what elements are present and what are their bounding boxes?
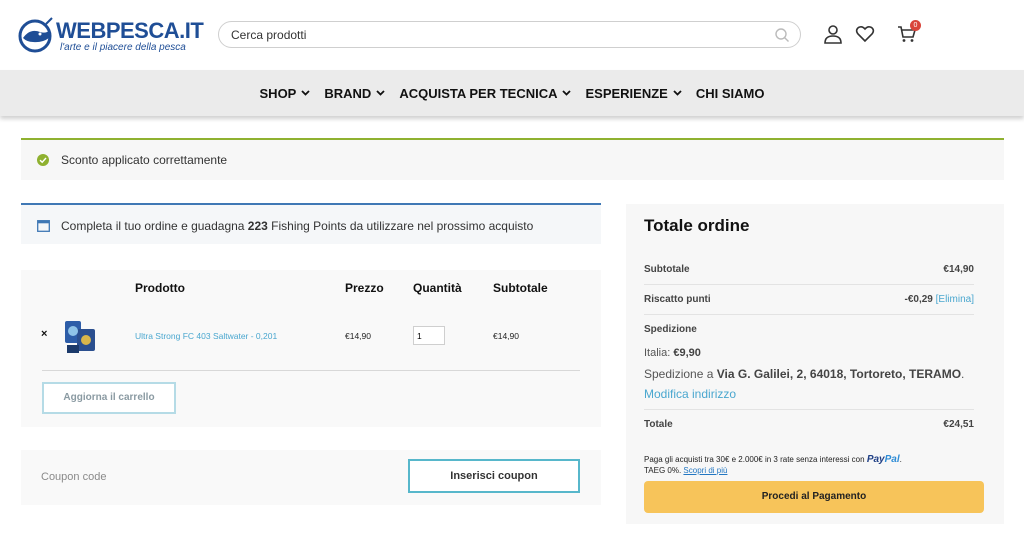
shipping-method: Italia: €9,90 [644,347,701,359]
coupon-section: Inserisci coupon [21,450,601,505]
nav-item-acquista-per-tecnica[interactable]: ACQUISTA PER TECNICA [399,85,572,101]
logo[interactable]: WEBPESCA.IT l'arte e il piacere della pe… [16,16,204,56]
fishing-points-notice: Completa il tuo ordine e guadagna 223 Fi… [21,203,601,244]
shipping-label: Spedizione [644,324,697,335]
check-circle-icon [37,154,49,166]
cart-table: Prodotto Prezzo Quantità Subtotale × Ult… [21,270,601,427]
nav-item-brand[interactable]: BRAND [324,86,385,101]
nav-item-label: CHI SIAMO [695,85,765,101]
product-subtotal: €14,90 [493,331,519,341]
nav-item-esperienze[interactable]: ESPERIENZE [585,85,682,101]
header-price: Prezzo [345,281,384,295]
divider [42,370,580,371]
search-input[interactable] [231,26,771,44]
calendar-icon [37,220,50,232]
nav-item-label: BRAND [324,85,372,101]
remove-points-link[interactable]: [Elimina] [936,294,974,305]
search-bar [218,21,801,48]
subtotal-value: €14,90 [943,264,974,275]
points-message: Completa il tuo ordine e guadagna 223 Fi… [61,219,534,233]
product-thumbnail[interactable] [63,315,101,355]
total-label: Totale [644,419,673,430]
wishlist-heart-icon[interactable] [855,24,875,44]
chevron-down-icon [562,90,572,96]
product-name-link[interactable]: Ultra Strong FC 403 Saltwater - 0,201 [135,331,277,341]
coupon-code-input[interactable] [41,464,381,490]
quantity-input[interactable] [413,326,445,345]
points-redeem-label: Riscatto punti [644,294,711,305]
user-account-icon[interactable] [823,24,843,44]
nav-item-label: ACQUISTA PER TECNICA [399,85,558,101]
divider [644,314,974,315]
paypal-message: Paga gli acquisti tra 30€ e 2.000€ in 3 … [644,454,902,475]
paypal-logo: PayPal [866,454,900,465]
chevron-down-icon [673,90,682,96]
header-quantity: Quantità [413,281,462,295]
nav-item-label: ESPERIENZE [585,85,668,101]
remove-item-button[interactable]: × [41,328,47,340]
paypal-learn-more-link[interactable]: Scopri di più [683,466,727,475]
chevron-down-icon [301,90,310,96]
cart-count-badge: 0 [910,20,921,31]
logo-tagline: l'arte e il piacere della pesca [60,42,186,53]
main-navigation: SHOP BRAND ACQUISTA PER TECNICA ESPERIENZE C… [0,70,1024,116]
header-product: Prodotto [135,281,185,295]
nav-item-shop[interactable]: SHOP [260,86,311,101]
divider [644,409,974,410]
success-notice: Sconto applicato correttamente [21,138,1004,180]
subtotal-label: Subtotale [644,264,690,275]
product-price: €14,90 [345,331,371,341]
points-redeem-value: -€0,29 [Elimina] [904,294,975,305]
total-value: €24,51 [943,419,974,430]
totals-title: Totale ordine [644,216,750,235]
nav-item-chi-siamo[interactable]: CHI SIAMO [696,86,765,101]
fish-logo-icon [18,17,53,53]
notice-message: Sconto applicato correttamente [61,153,228,167]
chevron-down-icon [376,90,385,96]
site-header: WEBPESCA.IT l'arte e il piacere della pe… [0,0,1024,70]
points-amount: 223 [247,219,268,233]
order-totals: Totale ordine Subtotale €14,90 Riscatto … [626,204,1004,524]
search-icon[interactable] [774,27,790,43]
apply-coupon-button[interactable]: Inserisci coupon [408,459,580,493]
modify-address-link[interactable]: Modifica indirizzo [644,387,736,401]
proceed-checkout-button[interactable]: Procedi al Pagamento [644,481,984,513]
shipping-address: Spedizione a Via G. Galilei, 2, 64018, T… [644,367,965,381]
update-cart-button[interactable]: Aggiorna il carrello [42,382,176,414]
logo-text: WEBPESCA.IT [56,18,204,43]
header-subtotal: Subtotale [493,281,548,295]
nav-item-label: SHOP [259,85,297,101]
divider [644,284,974,285]
